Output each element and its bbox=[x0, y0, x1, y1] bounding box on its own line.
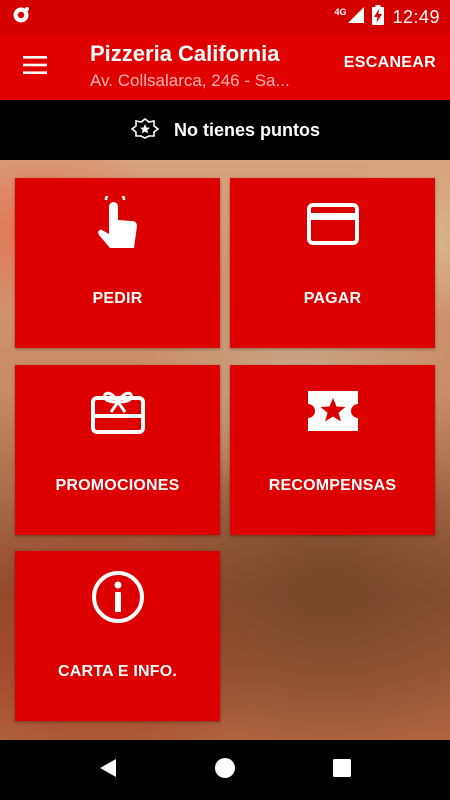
points-text: No tienes puntos bbox=[173, 119, 320, 140]
status-left bbox=[12, 6, 30, 29]
hamburger-menu-icon bbox=[23, 55, 47, 79]
status-bar: 4G 12:49 bbox=[0, 0, 450, 34]
tap-finger-icon bbox=[94, 189, 142, 257]
home-circle-icon bbox=[214, 757, 236, 784]
menu-button[interactable] bbox=[16, 48, 54, 86]
home-grid: PEDIR PAGAR PROMOCIONES RECOMPENSAS CART… bbox=[0, 160, 450, 740]
restaurant-name: Pizzeria California bbox=[90, 41, 280, 66]
tile-label: PROMOCIONES bbox=[55, 477, 180, 494]
status-right: 4G 12:49 bbox=[334, 4, 440, 30]
tile-pedir[interactable]: PEDIR bbox=[15, 178, 220, 348]
nav-back-button[interactable] bbox=[88, 750, 128, 790]
notification-icon bbox=[12, 6, 30, 29]
signal-icon bbox=[348, 6, 365, 28]
tile-label: PAGAR bbox=[303, 290, 362, 307]
tile-recompensas[interactable]: RECOMPENSAS bbox=[230, 365, 435, 535]
badge-star-icon bbox=[130, 117, 160, 144]
nav-recents-button[interactable] bbox=[322, 750, 362, 790]
tile-label: CARTA E INFO. bbox=[57, 663, 178, 680]
credit-card-icon bbox=[306, 202, 359, 250]
network-label: 4G bbox=[334, 7, 347, 17]
gift-card-icon bbox=[90, 388, 145, 439]
points-bar: No tienes puntos bbox=[0, 100, 450, 160]
app-bar: Pizzeria California Av. Collsalarca, 246… bbox=[0, 34, 450, 100]
info-icon bbox=[91, 570, 145, 629]
tile-promociones[interactable]: PROMOCIONES bbox=[15, 365, 220, 535]
tile-pagar[interactable]: PAGAR bbox=[230, 178, 435, 348]
ticket-star-icon bbox=[306, 389, 360, 438]
back-triangle-icon bbox=[98, 757, 118, 784]
recents-square-icon bbox=[332, 758, 352, 783]
scan-button[interactable]: ESCANEAR bbox=[344, 54, 436, 72]
nav-home-button[interactable] bbox=[205, 750, 245, 790]
title-group: Pizzeria California Av. Collsalarca, 246… bbox=[90, 40, 330, 94]
tile-label: PEDIR bbox=[92, 290, 143, 307]
restaurant-address: Av. Collsalarca, 246 - Sa... bbox=[90, 71, 290, 90]
battery-charging-icon bbox=[372, 4, 385, 30]
tile-label: RECOMPENSAS bbox=[268, 477, 397, 494]
system-nav-bar bbox=[0, 740, 450, 800]
tile-carta-info[interactable]: CARTA E INFO. bbox=[15, 551, 220, 721]
clock: 12:49 bbox=[392, 6, 440, 27]
